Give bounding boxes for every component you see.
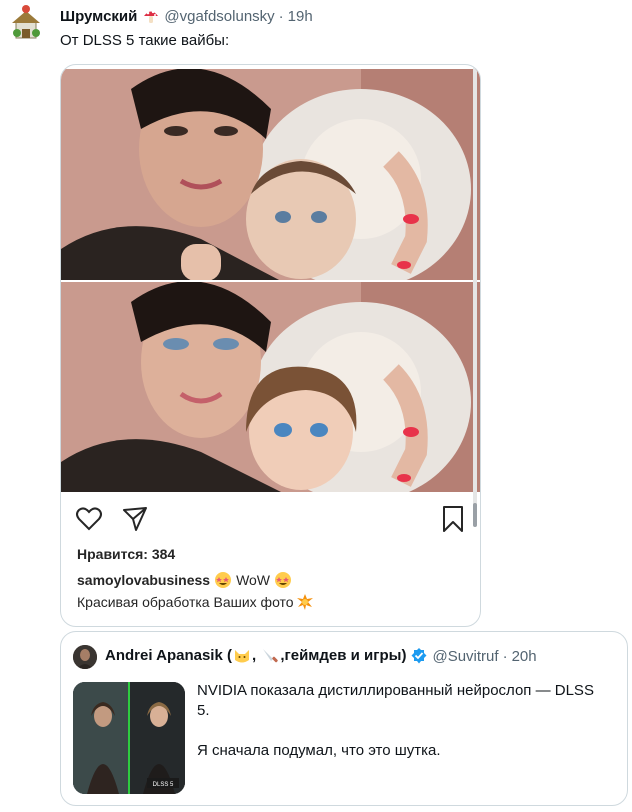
star-struck-emoji [214,571,232,589]
quoted-text-line1: NVIDIA показала дистиллированный нейросл… [197,682,594,719]
scrollbar-thumb[interactable] [473,503,477,527]
caption-text-line: Красивая обработка Ваших фото [77,594,313,610]
bookmark-icon[interactable] [439,505,467,533]
quoted-tweet-card[interactable]: Andrei Apanasik (, ,геймдев и игры) @Suv… [60,631,628,806]
mushroom-emoji [142,7,160,25]
photo-processed [61,282,480,492]
handle[interactable]: @vgafdsolunsky [164,8,274,25]
photo-original [61,69,480,281]
quoted-name-part3: ,геймдев и игры) [280,647,407,664]
heart-icon[interactable] [75,505,103,533]
tweet-header: Шрумский @vgafdsolunsky · 19h [60,6,313,26]
star-struck-emoji [274,571,292,589]
quoted-display-name[interactable]: Andrei Apanasik (, ,геймдев и игры) [105,647,406,665]
separator-dot: · [278,7,284,25]
timestamp[interactable]: 19h [288,8,313,25]
caption-username[interactable]: samoylovabusiness [77,572,210,588]
instagram-actions [75,505,465,533]
media-card[interactable]: Нравится: 384 samoylovabusiness WoW Крас… [60,64,481,627]
quoted-media-thumbnail[interactable]: DLSS 5 [73,682,185,794]
tweet-text: От DLSS 5 такие вайбы: [60,32,230,49]
verified-badge-icon [410,647,428,665]
quoted-timestamp[interactable]: 20h [512,648,537,665]
caption-text: Красивая обработка Ваших фото [77,594,294,610]
caption-line: samoylovabusiness WoW [77,571,292,589]
quoted-text-line2: Я сначала подумал, что это шутка. [197,742,441,759]
knife-emoji [261,647,279,665]
collision-emoji [296,594,313,610]
user-avatar[interactable] [6,3,46,43]
quoted-separator-dot: · [502,647,508,665]
quoted-tweet-text: NVIDIA показала дистиллированный нейросл… [197,681,607,781]
tweet: Шрумский @vgafdsolunsky · 19h От DLSS 5 … [0,0,632,812]
caption-wow: WoW [236,572,271,588]
quoted-handle[interactable]: @Suvitruf [432,648,498,665]
quoted-name-part2: , [251,647,257,664]
likes-count: Нравится: 384 [77,546,176,562]
thumb-caption: DLSS 5 [153,782,174,788]
cat-emoji [233,647,251,665]
avatar-image [6,3,46,43]
quoted-header: Andrei Apanasik (, ,геймдев и игры) @Suv… [105,647,537,665]
scrollbar-track[interactable] [473,65,477,525]
quoted-user-avatar[interactable] [73,645,97,669]
display-name[interactable]: Шрумский [60,8,137,25]
quoted-name-part1: Andrei Apanasik ( [105,647,232,664]
share-icon[interactable] [121,505,149,533]
